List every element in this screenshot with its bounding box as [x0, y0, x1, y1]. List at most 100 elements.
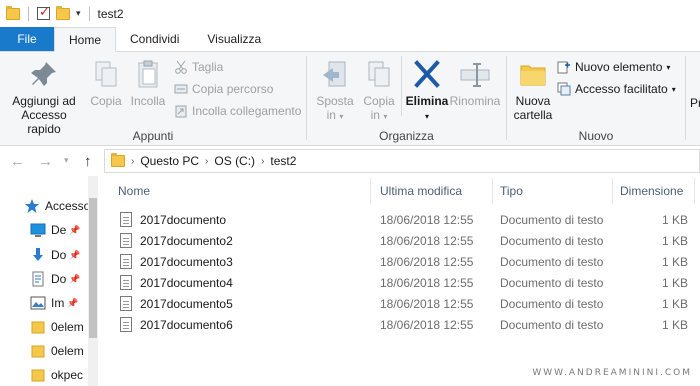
up-arrow-icon[interactable]: ↑ — [84, 153, 92, 170]
group-divider — [685, 56, 686, 140]
folder-icon — [30, 343, 46, 359]
tab-file[interactable]: File — [0, 27, 54, 51]
file-name: 2017documento — [140, 213, 227, 227]
file-size: 1 KB — [662, 318, 689, 332]
nav-item-downloads[interactable]: Do 📌 — [30, 245, 81, 265]
file-modified: 18/06/2018 12:55 — [380, 213, 474, 227]
table-row[interactable]: 2017documento4 18/06/2018 12:55 Document… — [98, 273, 700, 294]
scrollbar-thumb[interactable] — [89, 198, 97, 338]
document-icon — [30, 271, 46, 287]
table-row[interactable]: 2017documento6 18/06/2018 12:55 Document… — [98, 315, 700, 336]
copy-path-button[interactable]: Copia percorso — [174, 80, 273, 98]
nav-item-label: 0elem — [51, 320, 84, 334]
move-to-button[interactable]: Sposta in ▾ — [313, 58, 357, 124]
paste-shortcut-button[interactable]: Incolla collegamento — [174, 102, 301, 120]
delete-label: Elimina — [405, 94, 449, 108]
new-folder-button[interactable]: Nuova cartella — [513, 58, 553, 122]
new-item-button[interactable]: Nuovo elemento ▾ — [557, 58, 670, 76]
watermark: WWW.ANDREAMININI.COM — [532, 368, 692, 378]
copy-button[interactable]: Copia — [88, 58, 124, 108]
column-header-type[interactable]: Tipo — [500, 176, 523, 206]
address-bar[interactable]: › Questo PC › OS (C:) › test2 — [104, 149, 700, 173]
nav-item-desktop[interactable]: De 📌 — [30, 220, 81, 240]
new-item-label: Nuovo elemento — [575, 60, 663, 74]
cut-button[interactable]: Taglia — [174, 58, 223, 76]
pin-quick-access-button[interactable]: Aggiungi ad Accesso rapido — [4, 58, 84, 136]
nav-item-folder[interactable]: 0elem — [30, 317, 84, 337]
column-header-modified[interactable]: Ultima modifica — [380, 176, 462, 206]
pin-icon[interactable]: 📌 — [67, 298, 78, 309]
pin-icon[interactable]: 📌 — [69, 274, 80, 285]
chevron-right-icon[interactable]: › — [205, 156, 208, 167]
forward-arrow-icon[interactable]: → — [38, 153, 53, 170]
table-row[interactable]: 2017documento2 18/06/2018 12:55 Document… — [98, 231, 700, 252]
chevron-right-icon[interactable]: › — [261, 156, 264, 167]
copy-to-line1: Copia — [363, 94, 395, 108]
nav-item-folder[interactable]: okpec — [30, 365, 83, 385]
nav-item-quick-access[interactable]: Accesso — [24, 196, 90, 216]
table-row[interactable]: 2017documento3 18/06/2018 12:55 Document… — [98, 252, 700, 273]
file-type: Documento di testo — [500, 318, 604, 332]
tab-home[interactable]: Home — [54, 27, 117, 52]
breadcrumb-questo-pc[interactable]: Questo PC — [140, 154, 199, 168]
breadcrumb-drive[interactable]: OS (C:) — [214, 154, 255, 168]
column-header-size[interactable]: Dimensione — [620, 176, 683, 206]
file-modified: 18/06/2018 12:55 — [380, 255, 474, 269]
chevron-right-icon[interactable]: › — [131, 156, 134, 167]
desktop-icon — [30, 222, 46, 238]
column-header-name[interactable]: Nome — [118, 176, 150, 206]
file-type: Documento di testo — [500, 276, 604, 290]
file-name: 2017documento2 — [140, 234, 233, 248]
ribbon-tabs: File Home Condividi Visualizza — [0, 27, 700, 52]
folder-icon — [30, 319, 46, 335]
paste-label: Incolla — [130, 94, 166, 108]
column-divider[interactable] — [612, 178, 613, 204]
back-arrow-icon[interactable]: ← — [10, 153, 25, 170]
recent-locations-chevron-icon[interactable]: ▾ — [64, 155, 69, 166]
column-divider[interactable] — [694, 178, 695, 204]
table-row[interactable]: 2017documento5 18/06/2018 12:55 Document… — [98, 294, 700, 315]
text-file-icon — [120, 212, 132, 227]
file-modified: 18/06/2018 12:55 — [380, 234, 474, 248]
properties-button-partial[interactable]: Pr — [689, 96, 700, 110]
paste-shortcut-label: Incolla collegamento — [192, 104, 302, 118]
toolbar-divider — [28, 6, 29, 21]
column-divider[interactable] — [492, 178, 493, 204]
quick-access-toolbar: ▾ — [6, 4, 92, 21]
tab-visualizza[interactable]: Visualizza — [193, 27, 275, 51]
nav-item-documents[interactable]: Do 📌 — [30, 269, 81, 289]
copy-to-icon — [363, 58, 395, 90]
nav-item-folder[interactable]: 0elem — [30, 341, 84, 361]
new-folder-icon[interactable] — [56, 5, 70, 20]
image-icon — [30, 295, 46, 311]
rename-button[interactable]: Rinomina — [449, 58, 501, 108]
folder-icon[interactable] — [6, 5, 20, 20]
tab-condividi[interactable]: Condividi — [116, 27, 193, 51]
nav-pane-scrollbar[interactable] — [88, 176, 98, 386]
file-type: Documento di testo — [500, 213, 604, 227]
folder-icon — [111, 153, 125, 167]
delete-button[interactable]: Elimina ▾ — [405, 58, 449, 124]
easy-access-button[interactable]: Accesso facilitato ▾ — [557, 80, 676, 98]
folder-icon — [30, 367, 46, 383]
copy-to-button[interactable]: Copia in ▾ — [359, 58, 399, 124]
breadcrumb-test2[interactable]: test2 — [270, 154, 296, 168]
nav-item-label: De — [51, 223, 67, 237]
pin-icon[interactable]: 📌 — [69, 250, 80, 261]
nav-item-label: Accesso — [45, 199, 91, 213]
text-file-icon — [120, 254, 132, 269]
file-name: 2017documento4 — [140, 276, 233, 290]
column-divider[interactable] — [370, 178, 371, 204]
nav-item-images[interactable]: Im 📌 — [30, 293, 79, 313]
customize-toolbar-icon[interactable]: ▾ — [76, 8, 81, 19]
copy-to-line2: in — [370, 108, 380, 122]
copy-icon — [90, 58, 122, 90]
table-row[interactable]: 2017documento 18/06/2018 12:55 Documento… — [98, 210, 700, 231]
pin-icon[interactable]: 📌 — [69, 225, 80, 236]
file-type: Documento di testo — [500, 234, 604, 248]
text-file-icon — [120, 275, 132, 290]
paste-button[interactable]: Incolla — [128, 58, 168, 108]
properties-icon[interactable] — [37, 4, 50, 20]
group-nuovo: Nuova cartella Nuovo elemento ▾ Accesso … — [507, 52, 685, 146]
navigation-bar: ← → ▾ ↑ › Questo PC › OS (C:) › test2 — [0, 146, 700, 176]
